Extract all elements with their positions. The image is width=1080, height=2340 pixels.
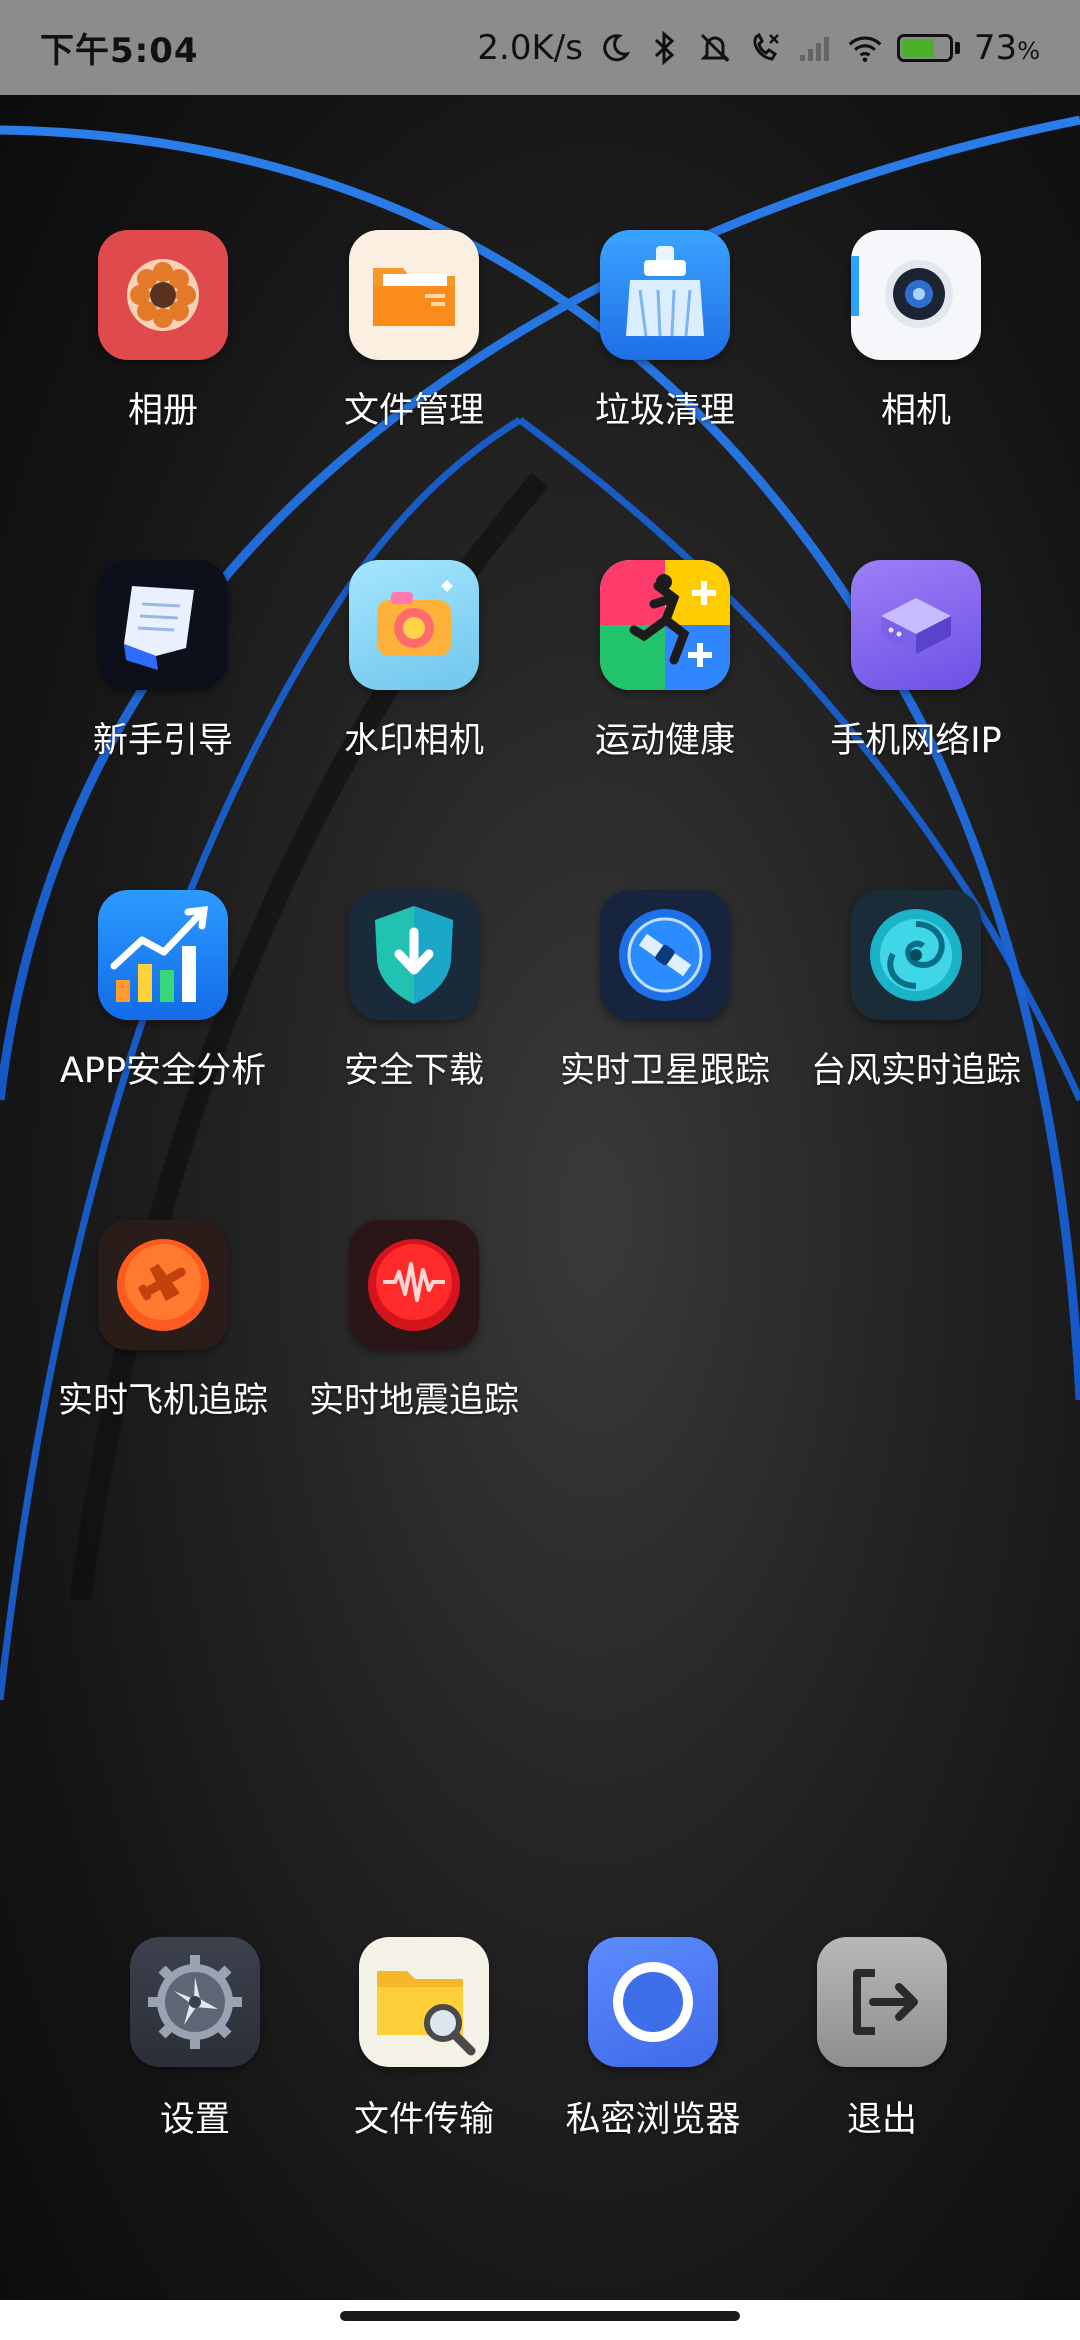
app-satellite-tracking[interactable]: 实时卫星跟踪 bbox=[540, 890, 790, 1093]
app-label: 新手引导 bbox=[92, 721, 233, 761]
app-label: 垃圾清理 bbox=[594, 391, 735, 431]
navigation-bar bbox=[0, 2300, 1080, 2340]
app-flight-tracking[interactable]: 实时飞机追踪 bbox=[38, 1220, 288, 1423]
app-label: 相册 bbox=[127, 391, 198, 431]
satellite-icon bbox=[600, 890, 730, 1020]
app-label: 退出 bbox=[846, 2100, 917, 2140]
app-label: APP安全分析 bbox=[59, 1051, 267, 1091]
bar-chart-icon bbox=[98, 890, 228, 1020]
folder-search-icon bbox=[359, 1937, 489, 2067]
app-sports-health[interactable]: 运动健康 bbox=[540, 560, 790, 763]
app-network-ip[interactable]: 手机网络IP bbox=[791, 560, 1041, 763]
app-label: 运动健康 bbox=[594, 721, 735, 761]
signal-icon bbox=[797, 30, 833, 66]
app-watermark-camera[interactable]: 水印相机 bbox=[289, 560, 539, 763]
app-security-analysis[interactable]: APP安全分析 bbox=[38, 890, 288, 1093]
camera-icon bbox=[851, 230, 981, 360]
seismograph-icon bbox=[349, 1220, 479, 1350]
running-person-icon bbox=[600, 560, 730, 690]
app-gallery[interactable]: 相册 bbox=[38, 230, 288, 433]
app-label: 实时卫星跟踪 bbox=[559, 1051, 770, 1091]
browser-icon bbox=[588, 1937, 718, 2067]
app-camera[interactable]: 相机 bbox=[791, 230, 1041, 433]
app-settings[interactable]: 设置 bbox=[70, 1937, 320, 2142]
bluetooth-icon bbox=[647, 30, 683, 66]
router-icon bbox=[851, 560, 981, 690]
mute-bell-icon bbox=[697, 30, 733, 66]
app-label: 私密浏览器 bbox=[565, 2100, 741, 2140]
app-private-browser[interactable]: 私密浏览器 bbox=[528, 1937, 778, 2142]
call-forward-icon bbox=[747, 30, 783, 66]
gear-icon bbox=[130, 1937, 260, 2067]
app-label: 实时地震追踪 bbox=[308, 1381, 519, 1421]
app-label: 台风实时追踪 bbox=[810, 1051, 1021, 1091]
app-label: 实时飞机追踪 bbox=[57, 1381, 268, 1421]
app-safe-download[interactable]: 安全下载 bbox=[289, 890, 539, 1093]
app-label: 手机网络IP bbox=[830, 721, 1002, 761]
app-beginner-guide[interactable]: 新手引导 bbox=[38, 560, 288, 763]
status-bar: 下午5:04 2.0K/s 73% bbox=[0, 0, 1080, 95]
app-label: 文件传输 bbox=[353, 2100, 494, 2140]
shield-download-icon bbox=[349, 890, 479, 1020]
app-junk-cleaner[interactable]: 垃圾清理 bbox=[540, 230, 790, 433]
battery-percent: 73% bbox=[973, 27, 1040, 68]
app-file-manager[interactable]: 文件管理 bbox=[289, 230, 539, 433]
gallery-icon bbox=[98, 230, 228, 360]
broom-icon bbox=[600, 230, 730, 360]
clock: 下午5:04 bbox=[40, 31, 199, 71]
network-speed: 2.0K/s bbox=[477, 27, 583, 68]
wifi-icon bbox=[847, 30, 883, 66]
airplane-icon bbox=[98, 1220, 228, 1350]
app-label: 相机 bbox=[880, 391, 951, 431]
app-label: 安全下载 bbox=[343, 1051, 484, 1091]
app-label: 文件管理 bbox=[343, 391, 484, 431]
typhoon-icon bbox=[851, 890, 981, 1020]
app-typhoon-tracking[interactable]: 台风实时追踪 bbox=[791, 890, 1041, 1093]
app-file-transfer[interactable]: 文件传输 bbox=[299, 1937, 549, 2142]
home-gesture-bar[interactable] bbox=[340, 2311, 740, 2321]
app-label: 设置 bbox=[159, 2100, 230, 2140]
battery-icon bbox=[896, 33, 960, 62]
watermark-camera-icon bbox=[349, 560, 479, 690]
app-exit[interactable]: 退出 bbox=[757, 1937, 1007, 2142]
app-label: 水印相机 bbox=[343, 721, 484, 761]
status-icons: 2.0K/s 73% bbox=[477, 28, 1040, 68]
app-earthquake-tracking[interactable]: 实时地震追踪 bbox=[289, 1220, 539, 1423]
exit-icon bbox=[817, 1937, 947, 2067]
scroll-icon bbox=[98, 560, 228, 690]
moon-icon bbox=[597, 30, 633, 66]
folder-icon bbox=[349, 230, 479, 360]
